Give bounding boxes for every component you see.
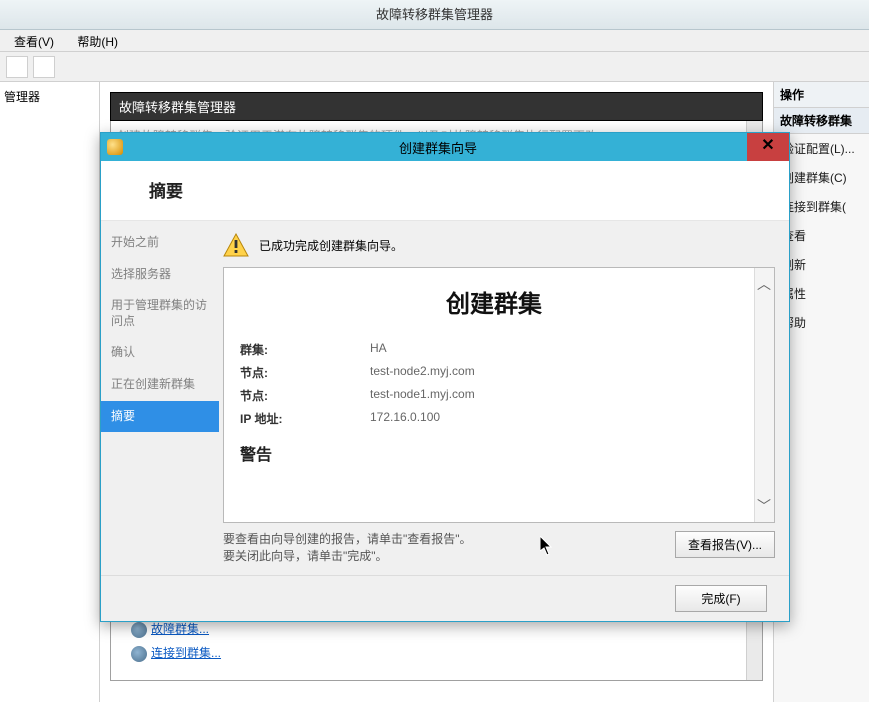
report-warning-heading: 警告 (240, 441, 748, 465)
report-value: 172.16.0.100 (370, 410, 440, 427)
wizard-main: 已成功完成创建群集向导。 创建群集 群集: HA 节点: test-node2.… (219, 221, 789, 575)
scroll-up-icon[interactable]: ︿ (757, 274, 771, 294)
cluster-icon (131, 646, 147, 662)
report-box: 创建群集 群集: HA 节点: test-node2.myj.com 节点: t… (223, 267, 775, 523)
link-create-cluster[interactable]: 故障群集... (131, 620, 221, 638)
create-cluster-wizard: 创建群集向导 ✕ 摘要 开始之前 选择服务器 用于管理群集的访问点 确认 正在创… (100, 132, 790, 622)
toolbar-button-2[interactable] (33, 56, 55, 78)
scroll-down-icon[interactable]: ﹀ (757, 496, 771, 516)
app-titlebar: 故障转移群集管理器 (0, 0, 869, 30)
report-row-node: 节点: test-node1.myj.com (240, 387, 748, 404)
app-title: 故障转移群集管理器 (376, 7, 493, 22)
link-connect-cluster[interactable]: 连接到群集... (131, 644, 221, 662)
report-label: 节点: (240, 364, 370, 381)
warning-icon (223, 233, 249, 257)
menu-view[interactable]: 查看(V) (4, 30, 64, 53)
close-button[interactable]: ✕ (747, 133, 789, 161)
toolbar-button-1[interactable] (6, 56, 28, 78)
report-title: 创建群集 (240, 284, 748, 319)
cluster-icon (131, 622, 147, 638)
wizard-title: 创建群集向导 (129, 138, 747, 157)
report-label: IP 地址: (240, 410, 370, 427)
report-label: 群集: (240, 341, 370, 358)
report-row-node: 节点: test-node2.myj.com (240, 364, 748, 381)
step-creating[interactable]: 正在创建新群集 (101, 369, 219, 401)
report-row-cluster: 群集: HA (240, 341, 748, 358)
app-toolbar (0, 52, 869, 82)
wizard-footer: 完成(F) (101, 575, 789, 621)
report-row-ip: IP 地址: 172.16.0.100 (240, 410, 748, 427)
step-summary[interactable]: 摘要 (101, 401, 219, 433)
view-report-button[interactable]: 查看报告(V)... (675, 531, 775, 558)
step-access-point[interactable]: 用于管理群集的访问点 (101, 290, 219, 337)
app-menubar: 查看(V) 帮助(H) (0, 30, 869, 52)
step-confirm[interactable]: 确认 (101, 337, 219, 369)
report-value: HA (370, 341, 387, 358)
finish-button[interactable]: 完成(F) (675, 585, 767, 612)
wizard-step-heading: 摘要 (101, 161, 789, 221)
menu-help[interactable]: 帮助(H) (67, 30, 128, 53)
tree-root[interactable]: 管理器 (4, 88, 95, 105)
success-message: 已成功完成创建群集向导。 (259, 237, 403, 254)
center-panel-header: 故障转移群集管理器 (110, 92, 763, 121)
step-before-begin[interactable]: 开始之前 (101, 227, 219, 259)
report-value: test-node2.myj.com (370, 364, 475, 381)
step-select-servers[interactable]: 选择服务器 (101, 259, 219, 291)
report-label: 节点: (240, 387, 370, 404)
wizard-titlebar[interactable]: 创建群集向导 ✕ (101, 133, 789, 161)
nav-tree[interactable]: 管理器 (0, 82, 100, 702)
actions-header: 操作 (774, 82, 869, 108)
actions-sub-header: 故障转移群集 (774, 108, 869, 134)
report-value: test-node1.myj.com (370, 387, 475, 404)
wizard-icon (107, 139, 123, 155)
wizard-step-nav: 开始之前 选择服务器 用于管理群集的访问点 确认 正在创建新群集 摘要 (101, 221, 219, 575)
hint-text: 要查看由向导创建的报告，请单击"查看报告"。 要关闭此向导，请单击"完成"。 (223, 531, 472, 565)
report-scrollbar[interactable]: ︿ ﹀ (754, 268, 774, 522)
